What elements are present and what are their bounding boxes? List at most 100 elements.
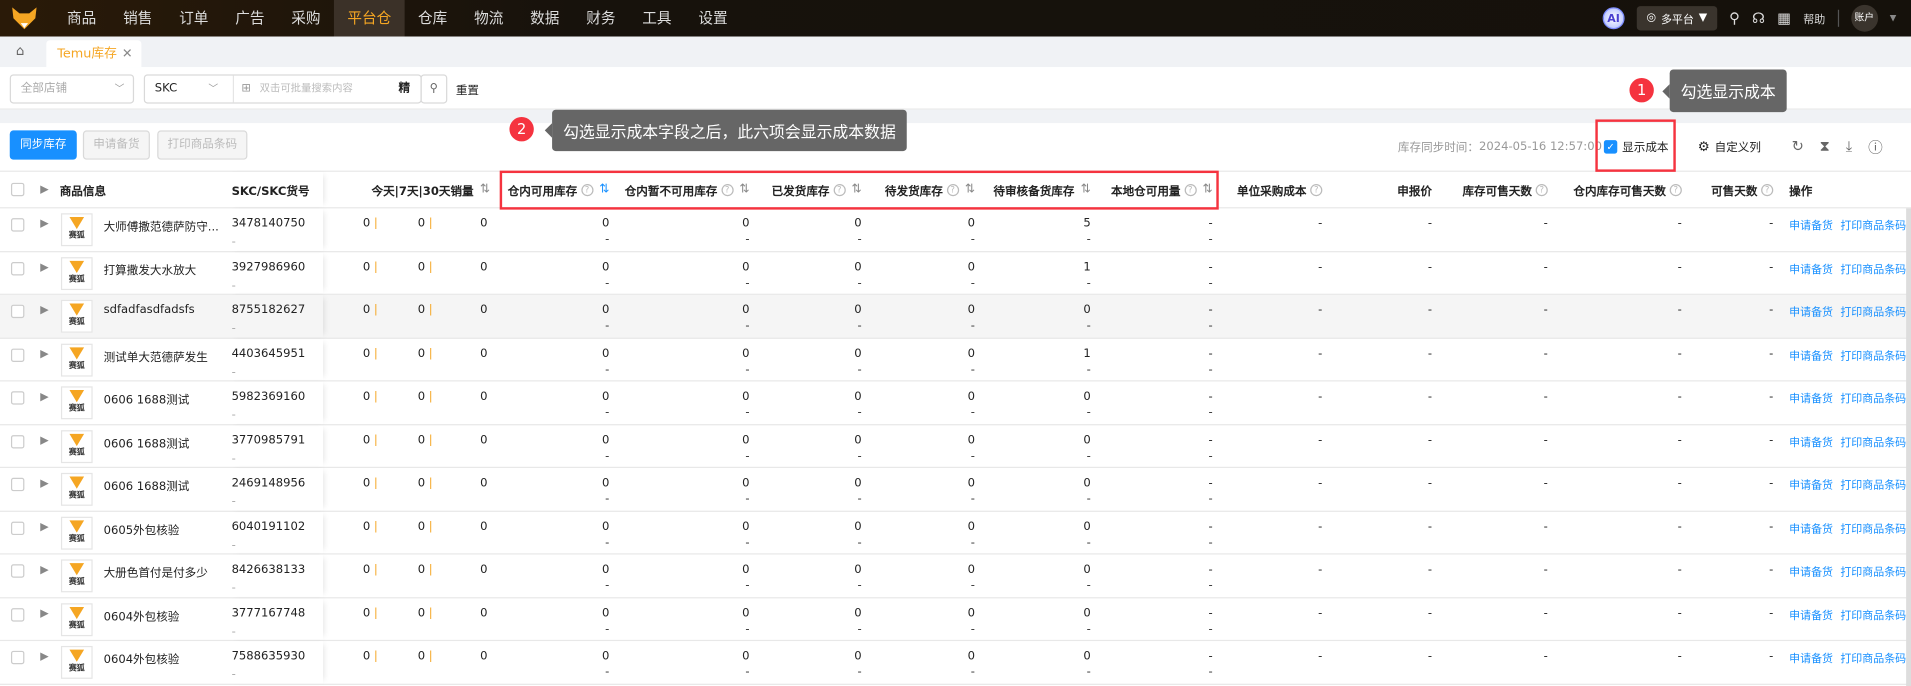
- table-row[interactable]: ▶ 赛狐 0606 1688测试 5982369160-0 | 0 | 0 0-0-0-0-0-…: [0, 381, 1911, 425]
- print-barcode-link[interactable]: 打印商品条码: [1840, 350, 1906, 362]
- row-checkbox[interactable]: [10, 304, 24, 319]
- sync-stock-button[interactable]: 同步库存: [9, 130, 77, 160]
- search-button[interactable]: ⚲: [420, 74, 448, 104]
- nav-item-3[interactable]: 广告: [222, 0, 278, 37]
- search-icon[interactable]: ⚲: [1729, 10, 1740, 27]
- product-name[interactable]: 0606 1688测试: [104, 433, 220, 450]
- table-row[interactable]: ▶ 赛狐 大册色首付是付多少 8426638133-0 | 0 | 0 0-0-0-0-0- - -…: [0, 555, 1911, 598]
- table-row[interactable]: ▶ 赛狐 0604外包核验 3777167748-0 | 0 | 0 0-0-0-0-0- - - -…: [0, 598, 1911, 642]
- custom-columns-button[interactable]: ⚙ 自定义列: [1698, 134, 1761, 158]
- print-barcode-link[interactable]: 打印商品条码: [1840, 307, 1906, 319]
- print-barcode-link[interactable]: 打印商品条码: [1840, 394, 1906, 406]
- row-checkbox[interactable]: [10, 391, 24, 405]
- product-name[interactable]: 测试单大范德萨发生: [104, 347, 220, 363]
- apply-stock-link[interactable]: 申请备货: [1789, 307, 1833, 319]
- product-name[interactable]: 打算撒发大水放大: [104, 260, 220, 277]
- apply-stock-link[interactable]: 申请备货: [1789, 610, 1833, 622]
- sort-icon[interactable]: ⇅: [480, 183, 490, 196]
- headset-icon[interactable]: ☊: [1752, 10, 1765, 27]
- print-barcode-link[interactable]: 打印商品条码: [1840, 653, 1906, 665]
- expand-icon[interactable]: ▶: [40, 434, 48, 446]
- expand-icon[interactable]: ▶: [40, 651, 48, 663]
- search-input[interactable]: 双击可批量搜索内容: [260, 76, 353, 103]
- reset-link[interactable]: 重置: [456, 80, 479, 97]
- nav-item-7[interactable]: 物流: [461, 0, 517, 37]
- field-select[interactable]: SKC: [155, 82, 177, 95]
- row-checkbox[interactable]: [10, 261, 24, 275]
- select-all-checkbox[interactable]: [10, 182, 24, 197]
- table-row[interactable]: ▶ 赛狐 sdfadfasdfadsfs 8755182627-0 | 0 | 0 0-0-0-…: [0, 294, 1911, 339]
- table-row[interactable]: ▶ 赛狐 测试单大范德萨发生 4403645951-0 | 0 | 0 0-0-0-0-1- - -…: [0, 338, 1911, 382]
- apply-stock-link[interactable]: 申请备货: [1789, 523, 1833, 535]
- apply-stock-button[interactable]: 申请备货: [82, 130, 150, 160]
- expand-icon[interactable]: ▶: [40, 478, 48, 490]
- row-checkbox[interactable]: [10, 564, 24, 578]
- nav-item-6[interactable]: 仓库: [405, 0, 461, 37]
- apply-stock-link[interactable]: 申请备货: [1789, 567, 1833, 579]
- apply-stock-link[interactable]: 申请备货: [1789, 264, 1833, 276]
- print-barcode-link[interactable]: 打印商品条码: [1840, 610, 1906, 622]
- apply-stock-link[interactable]: 申请备货: [1789, 350, 1833, 362]
- apply-stock-link[interactable]: 申请备货: [1789, 653, 1833, 665]
- apply-stock-link[interactable]: 申请备货: [1789, 437, 1833, 449]
- print-barcode-link[interactable]: 打印商品条码: [1840, 264, 1906, 276]
- close-icon[interactable]: ✕: [122, 46, 133, 61]
- print-barcode-link[interactable]: 打印商品条码: [1840, 567, 1906, 579]
- caret-down-icon[interactable]: ▼: [1890, 13, 1897, 23]
- expand-icon[interactable]: ▶: [40, 391, 48, 403]
- hourglass-icon[interactable]: ⧗: [1820, 137, 1830, 155]
- expand-icon[interactable]: ▶: [40, 608, 48, 620]
- expand-icon[interactable]: ▶: [40, 261, 48, 273]
- expand-icon[interactable]: ▶: [40, 218, 48, 230]
- expand-icon[interactable]: ▶: [40, 305, 48, 317]
- row-checkbox[interactable]: [10, 607, 24, 621]
- product-name[interactable]: 0604外包核验: [104, 606, 220, 623]
- print-barcode-link[interactable]: 打印商品条码: [1840, 221, 1906, 233]
- shop-select[interactable]: 全部店铺 ﹀: [9, 74, 135, 104]
- platform-switch[interactable]: ◎ 多平台 ▼: [1636, 6, 1717, 31]
- table-row[interactable]: ▶ 赛狐 0604外包核验 7588635930-0 | 0 | 0 0-0-0-0-0- - - -…: [0, 641, 1911, 685]
- table-row[interactable]: ▶ 赛狐 0606 1688测试 2469148956-0 | 0 | 0 0-0-0-0-0-…: [0, 468, 1911, 512]
- apply-stock-link[interactable]: 申请备货: [1789, 221, 1833, 233]
- product-name[interactable]: sdfadfasdfadsfs: [104, 303, 220, 316]
- tab-temu-stock[interactable]: Temu库存 ✕: [46, 40, 142, 68]
- expand-icon[interactable]: ▶: [40, 564, 48, 576]
- expand-icon[interactable]: ▶: [40, 348, 48, 360]
- row-checkbox[interactable]: [10, 521, 24, 535]
- product-name[interactable]: 0605外包核验: [104, 520, 220, 536]
- nav-item-5[interactable]: 平台仓: [333, 0, 405, 37]
- download-icon[interactable]: ⤓: [1846, 137, 1852, 155]
- row-checkbox[interactable]: [10, 650, 24, 665]
- row-checkbox[interactable]: [10, 477, 24, 492]
- product-name[interactable]: 0606 1688测试: [104, 390, 220, 407]
- account-avatar[interactable]: 账户: [1850, 4, 1878, 32]
- product-name[interactable]: 大师傅撒范德萨防守...: [104, 217, 220, 234]
- batch-grid-icon[interactable]: ⊞: [241, 76, 251, 103]
- refresh-icon[interactable]: ↻: [1792, 138, 1804, 155]
- table-row[interactable]: ▶ 赛狐 大师傅撒范德萨防守... 3478140750-0 | 0 | 0 0-0-0-0-5…: [0, 208, 1911, 252]
- table-row[interactable]: ▶ 赛狐 打算撒发大水放大 3927986960-0 | 0 | 0 0-0-0-0-1- - - -…: [0, 252, 1911, 295]
- nav-item-1[interactable]: 销售: [110, 0, 166, 37]
- nav-item-0[interactable]: 商品: [54, 0, 110, 37]
- print-barcode-link[interactable]: 打印商品条码: [1840, 523, 1906, 535]
- apply-stock-link[interactable]: 申请备货: [1789, 394, 1833, 406]
- nav-item-4[interactable]: 采购: [278, 0, 334, 37]
- row-checkbox[interactable]: [10, 434, 24, 448]
- row-checkbox[interactable]: [10, 218, 24, 232]
- expand-all-icon[interactable]: ▶: [40, 183, 48, 195]
- product-name[interactable]: 大册色首付是付多少: [104, 563, 220, 580]
- row-checkbox[interactable]: [10, 347, 24, 362]
- nav-item-9[interactable]: 财务: [573, 0, 629, 37]
- expand-icon[interactable]: ▶: [40, 521, 48, 533]
- precise-toggle[interactable]: 精: [399, 76, 411, 103]
- help-link[interactable]: 帮助: [1803, 10, 1825, 26]
- home-icon[interactable]: ⌂: [16, 43, 31, 59]
- table-row[interactable]: ▶ 赛狐 0606 1688测试 3770985791-0 | 0 | 0 0-0-0-0-0-…: [0, 425, 1911, 468]
- print-barcode-link[interactable]: 打印商品条码: [1840, 437, 1906, 449]
- nav-item-11[interactable]: 设置: [685, 0, 741, 37]
- print-barcode-button[interactable]: 打印商品条码: [157, 130, 248, 160]
- ai-button[interactable]: AI: [1602, 7, 1625, 30]
- help-icon[interactable]: ⓘ: [1868, 136, 1883, 157]
- nav-item-8[interactable]: 数据: [517, 0, 573, 37]
- nav-item-2[interactable]: 订单: [166, 0, 222, 37]
